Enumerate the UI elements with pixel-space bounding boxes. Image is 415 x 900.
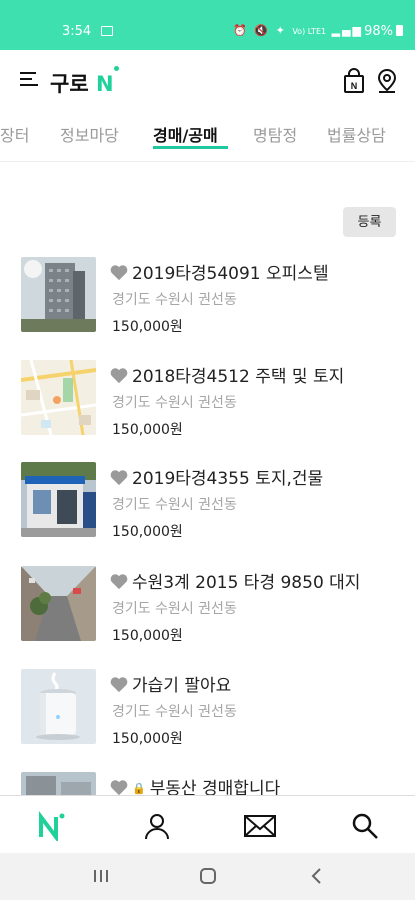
listing-price: 150,000원 — [112, 319, 183, 335]
app-header: 구로 N N — [0, 50, 415, 110]
listing-title-text: 부동산 경매합니다 — [149, 779, 281, 795]
list-item[interactable]: 2019타경4355 토지,건물 경기도 수원시 권선동 150,000원 — [21, 462, 411, 540]
logo-n: N — [95, 72, 114, 96]
listing-title-text: 수원3계 2015 타경 9850 대지 — [132, 573, 361, 593]
logo-text: 구로 — [50, 72, 89, 96]
listing-price: 150,000원 — [112, 524, 183, 540]
listing-title: 2019타경4355 토지,건물 — [109, 464, 323, 489]
listing-title: 2019타경54091 오피스텔 — [109, 259, 329, 284]
heart-icon[interactable] — [109, 572, 129, 590]
listing-location: 경기도 수원시 권선동 — [112, 497, 237, 513]
status-icons: ⏰ 🔇 ✦ Vo) LTE1 ▂▄▆ — [233, 24, 363, 37]
active-tab-indicator — [153, 146, 228, 149]
listing-title: 가습기 팔아요 — [109, 671, 231, 696]
list-item[interactable]: 2018타경4512 주택 및 토지 경기도 수원시 권선동 150,000원 — [21, 360, 411, 438]
tab-legal[interactable]: 법률상담 — [327, 122, 386, 146]
alley-photo — [21, 566, 96, 641]
listing-location: 경기도 수원시 권선동 — [112, 395, 237, 411]
humidifier-photo — [21, 669, 96, 744]
heart-icon[interactable] — [109, 366, 129, 384]
list-item[interactable]: 🔒 부동산 경매합니다 — [21, 772, 411, 795]
menu-icon[interactable] — [20, 72, 38, 86]
register-button[interactable]: 등록 — [343, 207, 396, 237]
lock-icon: 🔒 — [132, 782, 146, 795]
tab-info[interactable]: 정보마당 — [60, 122, 119, 146]
listing-title-text: 2018타경4512 주택 및 토지 — [132, 367, 345, 387]
tab-market[interactable]: 장터 — [0, 122, 29, 146]
shopping-bag-icon[interactable]: N — [343, 68, 365, 98]
list-item[interactable]: 가습기 팔아요 경기도 수원시 권선동 150,000원 — [21, 669, 411, 747]
lte-label: Vo) LTE1 — [292, 27, 327, 36]
office-building-photo — [21, 257, 96, 332]
listing-title: 수원3계 2015 타경 9850 대지 — [109, 568, 360, 593]
list-item[interactable]: 2019타경54091 오피스텔 경기도 수원시 권선동 150,000원 — [21, 257, 411, 335]
system-nav-bar — [0, 853, 415, 900]
listing-location: 경기도 수원시 권선동 — [112, 292, 237, 308]
heart-icon[interactable] — [109, 468, 129, 486]
listing-title-text: 2019타경4355 토지,건물 — [132, 469, 324, 489]
heart-icon[interactable] — [109, 263, 129, 281]
home-button-icon[interactable] — [198, 866, 218, 890]
building-photo — [21, 772, 96, 795]
category-tabs: 장터 정보마당 경매/공매 명탐정 법률상담 — [0, 112, 415, 162]
tab-auction[interactable]: 경매/공매 — [153, 122, 218, 146]
listing-title-text: 2019타경54091 오피스텔 — [132, 264, 329, 284]
heart-icon[interactable] — [109, 778, 129, 795]
listing-title-text: 가습기 팔아요 — [132, 676, 232, 696]
logo-dot — [113, 66, 119, 71]
listing-price: 150,000원 — [112, 628, 183, 644]
search-icon[interactable] — [350, 811, 380, 841]
listing-price: 150,000원 — [112, 422, 183, 438]
kiosk-building-photo — [21, 462, 96, 537]
bag-label: N — [351, 81, 358, 91]
back-icon[interactable] — [310, 866, 324, 890]
listing-price: 150,000원 — [112, 731, 183, 747]
home-n-icon[interactable] — [36, 811, 66, 843]
location-pin-icon[interactable] — [375, 68, 399, 98]
gallery-icon — [101, 26, 113, 36]
listing-title: 2018타경4512 주택 및 토지 — [109, 362, 344, 387]
app-logo[interactable]: 구로 N — [50, 66, 119, 98]
battery-icon — [396, 25, 403, 36]
status-bar: 3:54 ⏰ 🔇 ✦ Vo) LTE1 ▂▄▆ 98% — [0, 0, 415, 50]
map-photo — [21, 360, 96, 435]
tab-detective[interactable]: 명탐정 — [253, 122, 297, 146]
battery-percent: 98% — [364, 24, 393, 39]
status-time: 3:54 — [62, 24, 92, 39]
heart-icon[interactable] — [109, 675, 129, 693]
listing-location: 경기도 수원시 권선동 — [112, 704, 237, 720]
profile-icon[interactable] — [142, 811, 172, 841]
message-icon[interactable] — [243, 811, 277, 841]
bottom-nav — [0, 795, 415, 853]
listing-title: 🔒 부동산 경매합니다 — [109, 774, 280, 795]
listing-location: 경기도 수원시 권선동 — [112, 601, 237, 617]
list-item[interactable]: 수원3계 2015 타경 9850 대지 경기도 수원시 권선동 150,000… — [21, 566, 411, 644]
recent-apps-icon[interactable] — [92, 866, 110, 890]
